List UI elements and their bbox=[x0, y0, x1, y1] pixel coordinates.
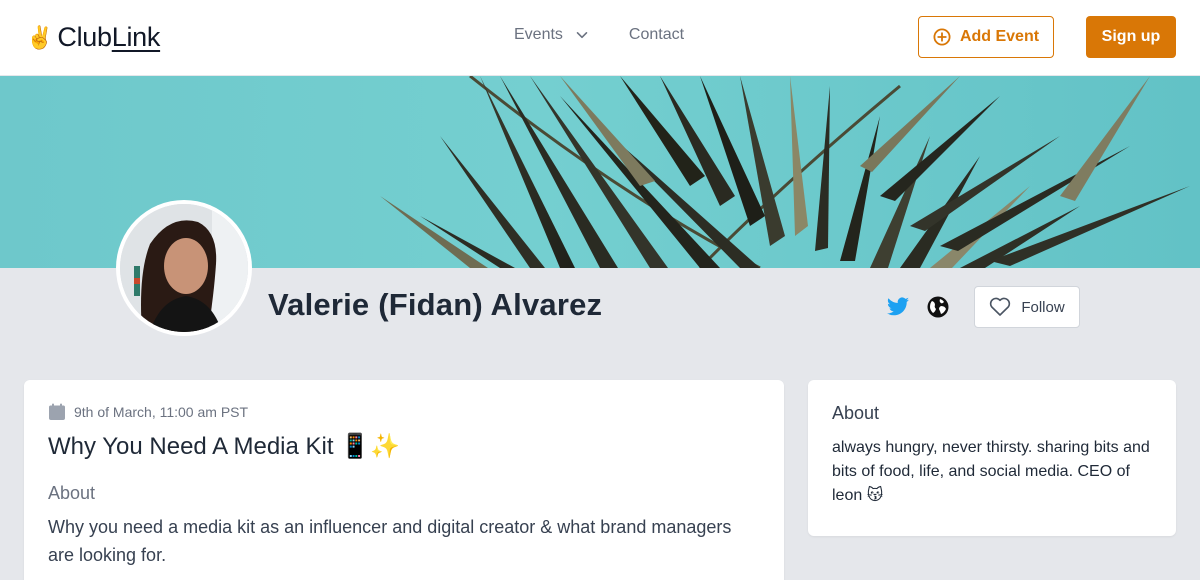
twitter-icon[interactable] bbox=[886, 295, 910, 319]
victory-hand-icon: ✌️ bbox=[26, 24, 54, 50]
profile-avatar bbox=[116, 200, 252, 336]
logo-wordmark: ClubLink bbox=[57, 22, 161, 52]
about-heading: About bbox=[832, 403, 880, 423]
about-card: About always hungry, never thirsty. shar… bbox=[808, 380, 1176, 536]
event-date: 9th of March, 11:00 am PST bbox=[74, 404, 249, 420]
chevron-down-icon bbox=[576, 31, 588, 39]
about-text: always hungry, never thirsty. sharing bi… bbox=[832, 439, 1150, 504]
globe-icon[interactable] bbox=[926, 295, 950, 319]
profile-photo bbox=[120, 204, 248, 332]
nav-events[interactable]: Events bbox=[514, 26, 589, 44]
event-description: Why you need a media kit as an influence… bbox=[48, 517, 732, 565]
follow-button[interactable]: Follow bbox=[974, 286, 1080, 328]
top-navbar: ✌️ ClubLink Events Contact Add Event Sig… bbox=[0, 0, 1200, 76]
heart-icon bbox=[990, 297, 1011, 316]
calendar-icon bbox=[49, 403, 65, 420]
event-about-heading: About bbox=[48, 483, 96, 503]
main-nav: Events Contact bbox=[514, 26, 684, 44]
clublink-logo[interactable]: ✌️ ClubLink bbox=[26, 22, 160, 53]
sign-up-button[interactable]: Sign up bbox=[1086, 16, 1176, 58]
plus-circle-icon bbox=[933, 28, 951, 46]
add-event-button[interactable]: Add Event bbox=[918, 16, 1054, 58]
event-title[interactable]: Why You Need A Media Kit 📱✨ bbox=[48, 432, 400, 461]
profile-name: Valerie (Fidan) Alvarez bbox=[268, 287, 603, 322]
event-card[interactable]: 9th of March, 11:00 am PST Why You Need … bbox=[24, 380, 784, 580]
event-date-row: 9th of March, 11:00 am PST bbox=[48, 403, 248, 421]
nav-contact[interactable]: Contact bbox=[629, 26, 684, 44]
